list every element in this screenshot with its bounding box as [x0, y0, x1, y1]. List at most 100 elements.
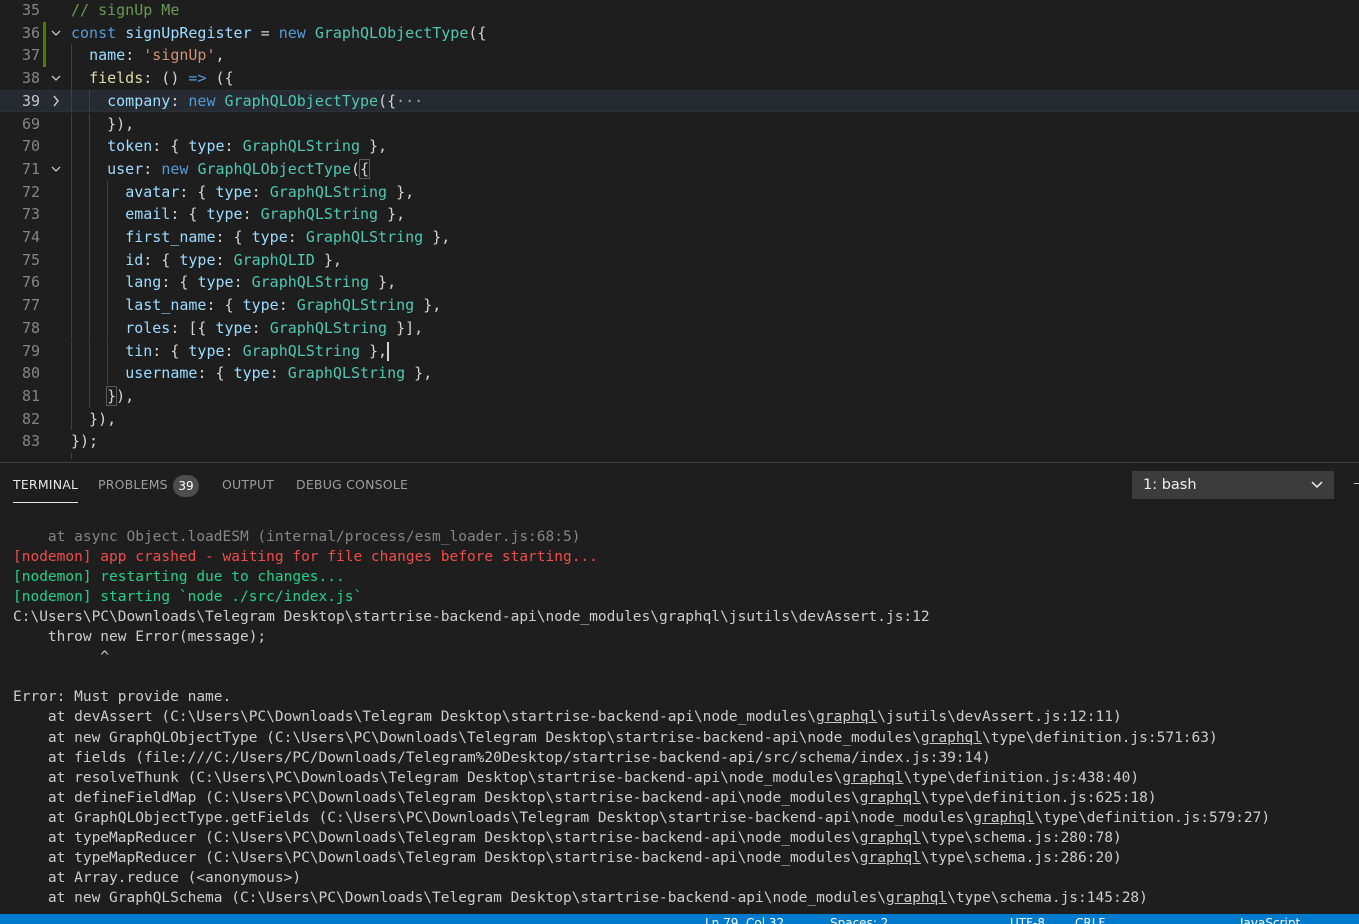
status-bar-item[interactable]: UTF-8: [1010, 916, 1045, 924]
code-text: name: 'signUp',: [89, 46, 225, 65]
indent-guide: [71, 89, 72, 113]
status-bar-item[interactable]: Spaces: 2: [830, 916, 888, 924]
indent-guide: [89, 362, 91, 385]
indent-guide: [71, 203, 72, 226]
code-line[interactable]: 80 username: { type: GraphQLString },: [0, 362, 1359, 385]
indent-guide: [107, 316, 109, 340]
line-number: 78: [21, 318, 40, 337]
line-number: 83: [21, 432, 40, 451]
code-line[interactable]: 78 roles: [{ type: GraphQLString }],: [0, 316, 1359, 340]
indent-guide: [89, 135, 91, 158]
code-text: fields: () => ({: [89, 69, 234, 88]
indent-guide: [71, 112, 72, 136]
terminal-line: at resolveThunk (C:\Users\PC\Downloads\T…: [13, 769, 1140, 786]
line-number: 82: [21, 409, 40, 428]
indent-guide: [71, 226, 72, 249]
terminal-output[interactable]: at async Object.loadESM (internal/proces…: [0, 527, 1359, 917]
indent-guide: [89, 248, 91, 272]
code-text: const signUpRegister = new GraphQLObject…: [71, 23, 487, 42]
terminal-line: throw new Error(message);: [13, 629, 267, 646]
tab-debug-console[interactable]: DEBUG CONSOLE: [296, 477, 408, 492]
terminal-select[interactable]: 1: bash: [1132, 471, 1334, 499]
line-number: 75: [21, 250, 40, 269]
terminal-line: ^: [13, 649, 110, 666]
code-line[interactable]: 69 }),: [0, 112, 1359, 136]
indent-guide: [71, 453, 72, 459]
code-line[interactable]: 83});: [0, 430, 1359, 453]
code-line[interactable]: 81 }),: [0, 384, 1359, 408]
tab-output[interactable]: OUTPUT: [222, 477, 274, 492]
chevron-down-icon: [1311, 481, 1323, 489]
code-line[interactable]: 74 first_name: { type: GraphQLString },: [0, 226, 1359, 249]
indent-guide: [107, 294, 109, 317]
code-line[interactable]: 73 email: { type: GraphQLString },: [0, 203, 1359, 226]
code-text: avatar: { type: GraphQLString },: [125, 182, 415, 201]
indent-guide: [71, 362, 72, 385]
code-line[interactable]: 38 fields: () => ({: [0, 67, 1359, 90]
code-line[interactable]: 76 lang: { type: GraphQLString },: [0, 271, 1359, 295]
indent-guide: [89, 180, 91, 204]
code-text: company: new GraphQLObjectType({···: [107, 91, 424, 110]
code-text: roles: [{ type: GraphQLString }],: [125, 318, 424, 337]
git-added-marker: [43, 21, 46, 45]
indent-guide: [89, 339, 91, 363]
line-number: 70: [21, 137, 40, 156]
code-text: user: new GraphQLObjectType({: [107, 158, 371, 179]
code-line[interactable]: 79 tin: { type: GraphQLString },: [0, 339, 1359, 363]
indent-guide: [89, 157, 91, 181]
panel-overflow-indicator: [1354, 483, 1359, 484]
code-line[interactable]: 75 id: { type: GraphQLID },: [0, 248, 1359, 272]
code-line[interactable]: 72 avatar: { type: GraphQLString },: [0, 180, 1359, 204]
code-line[interactable]: 39 company: new GraphQLObjectType({···: [0, 89, 1359, 113]
line-number: 35: [21, 1, 40, 19]
line-number: 80: [21, 364, 40, 383]
line-number: 81: [21, 386, 40, 405]
indent-guide: [89, 294, 91, 317]
terminal-line: at devAssert (C:\Users\PC\Downloads\Tele…: [13, 709, 1122, 726]
code-text: id: { type: GraphQLID },: [125, 250, 342, 269]
code-line[interactable]: 36 const signUpRegister = new GraphQLObje…: [0, 21, 1359, 45]
indent-guide: [89, 203, 91, 226]
code-editor[interactable]: 35 // signUp Me 36 const signUpRegister = n…: [0, 0, 1359, 462]
indent-guide: [71, 67, 72, 90]
line-number: 69: [21, 114, 40, 133]
line-number: 37: [21, 46, 40, 65]
indent-guide: [71, 407, 72, 431]
line-number: 73: [21, 205, 40, 224]
code-line[interactable]: 37 name: 'signUp',: [0, 44, 1359, 68]
indent-guide: [71, 384, 72, 408]
code-line[interactable]: 35 // signUp Me: [0, 0, 1359, 22]
indent-guide: [71, 339, 72, 363]
tab-problems[interactable]: PROBLEMS: [98, 477, 168, 492]
tab-terminal[interactable]: TERMINAL: [13, 477, 79, 503]
code-text: }),: [71, 114, 135, 133]
indent-guide: [89, 89, 91, 113]
line-number: 74: [21, 228, 40, 246]
line-number: 77: [21, 296, 40, 315]
line-number: 79: [21, 341, 40, 360]
panel-tabs: TERMINAL PROBLEMS 39 OUTPUT DEBUG CONSOL…: [0, 463, 1359, 507]
status-bar-item[interactable]: Ln 79, Col 32: [705, 916, 784, 924]
bottom-panel: TERMINAL PROBLEMS 39 OUTPUT DEBUG CONSOL…: [0, 462, 1359, 915]
indent-guide: [89, 226, 91, 249]
code-line[interactable]: 82 }),: [0, 407, 1359, 431]
code-line[interactable]: 77 last_name: { type: GraphQLString },: [0, 294, 1359, 317]
code-line[interactable]: 70 token: { type: GraphQLString },: [0, 135, 1359, 158]
indent-guide: [71, 271, 72, 295]
status-bar: Ln 79, Col 32 Spaces: 2 UTF-8 CRLF JavaScrip…: [0, 914, 1359, 924]
text-cursor: [386, 341, 389, 361]
indent-guide: [107, 226, 109, 249]
indent-guide: [71, 316, 72, 340]
status-bar-item[interactable]: CRLF: [1075, 916, 1105, 924]
code-line[interactable]: 71 user: new GraphQLObjectType({: [0, 157, 1359, 181]
code-text: last_name: { type: GraphQLString },: [125, 296, 442, 315]
code-text: });: [71, 432, 99, 451]
terminal-line: at typeMapReducer (C:\Users\PC\Downloads…: [13, 829, 1122, 846]
indent-guide: [89, 112, 91, 136]
indent-guide: [107, 271, 109, 295]
terminal-line: C:\Users\PC\Downloads\Telegram Desktop\s…: [13, 609, 930, 626]
code-text: // signUp Me: [71, 1, 180, 19]
terminal-line: at fields (file:///C:/Users/PC/Downloads…: [13, 749, 991, 766]
status-bar-item[interactable]: JavaScript: [1240, 916, 1300, 924]
indent-guide: [71, 248, 72, 272]
